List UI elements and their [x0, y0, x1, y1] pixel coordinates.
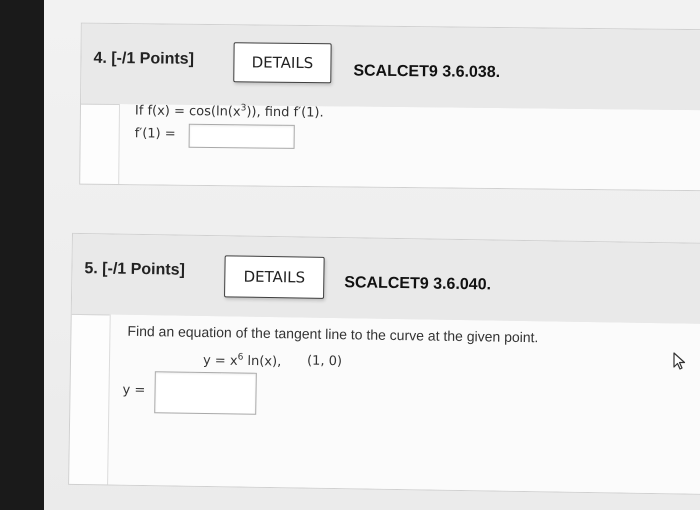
question-5-point: (1, 0) — [306, 353, 343, 370]
question-4-points: 4. [-/1 Points] — [93, 49, 195, 68]
question-5-course-code: SCALCET9 3.6.040. — [344, 274, 492, 294]
question-4-course-code: SCALCET9 3.6.038. — [353, 62, 501, 82]
pointer-cursor-icon — [672, 352, 688, 377]
screen: 4. [-/1 Points] DETAILS SCALCET9 3.6.038… — [44, 0, 700, 510]
question-4-answer-input[interactable] — [188, 123, 295, 149]
question-5-details-button[interactable]: DETAILS — [224, 255, 325, 299]
question-4-details-button[interactable]: DETAILS — [233, 42, 332, 84]
question-4-card: 4. [-/1 Points] DETAILS SCALCET9 3.6.038… — [79, 22, 700, 192]
question-5-equation: y = x6 ln(x), — [202, 352, 282, 370]
question-5-points: 5. [-/1 Points] — [84, 260, 186, 279]
question-5-card: 5. [-/1 Points] DETAILS SCALCET9 3.6.040… — [68, 232, 700, 496]
question-5-answer-label: y = — [122, 382, 146, 399]
question-4-prompt: If f(x) = cos(ln(x3)), find f′(1). — [134, 103, 324, 121]
question-5-answer-input[interactable] — [154, 371, 257, 415]
question-4-answer-label: f′(1) = — [134, 126, 176, 142]
